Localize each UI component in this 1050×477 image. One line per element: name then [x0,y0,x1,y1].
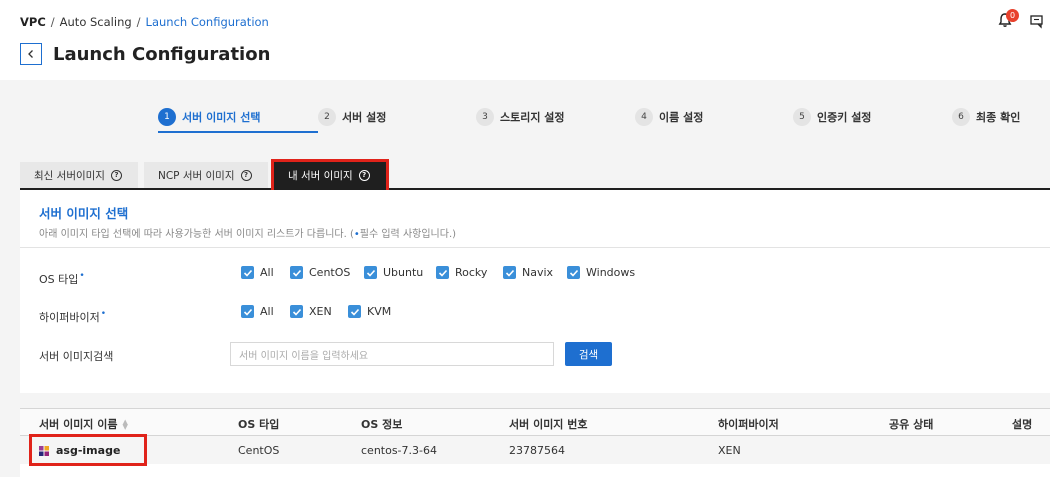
checkbox-os-ubuntu[interactable]: Ubuntu [364,266,423,279]
checkbox-icon [436,266,449,279]
checkbox-label: All [260,305,274,318]
panel-title: 서버 이미지 선택 [39,206,129,221]
row-os-info: centos-7.3-64 [361,444,437,457]
step-number: 6 [952,108,970,126]
chevron-left-icon [28,50,33,58]
checkbox-label: All [260,266,274,279]
sort-icon[interactable]: ▲ ▼ [123,419,128,431]
checkbox-label: KVM [367,305,392,318]
image-selection-panel: 서버 이미지 선택 아래 이미지 타입 선택에 따라 사용가능한 서버 이미지 … [20,190,1050,393]
breadcrumb: VPC / Auto Scaling / Launch Configuration [20,15,269,29]
checkbox-icon [567,266,580,279]
row-os-type: CentOS [238,444,280,457]
os-type-label: OS 타입• [39,271,85,287]
step-label: 서버 이미지 선택 [182,111,261,124]
table-row[interactable]: asg-image CentOS centos-7.3-64 23787564 … [20,436,1050,464]
help-icon[interactable]: ? [240,169,252,181]
step-label: 서버 설정 [342,111,387,124]
checkbox-label: Navix [522,266,554,279]
column-header-name[interactable]: 서버 이미지 이름 ▲ ▼ [39,416,128,432]
tab-label: NCP 서버 이미지 [158,169,235,182]
image-table: 서버 이미지 이름 ▲ ▼ OS 타입 OS 정보 서버 이미지 번호 하이퍼바이저… [20,408,1050,477]
step-label: 최종 확인 [976,111,1021,124]
step-server-image[interactable]: 1 서버 이미지 선택 [158,100,261,134]
required-mark: • [79,271,85,281]
checkbox-icon [241,305,254,318]
page-title: Launch Configuration [53,44,271,65]
checkbox-label: Windows [586,266,636,279]
step-final-review[interactable]: 6 최종 확인 [952,100,1020,134]
label-text: OS 타입 [39,273,79,286]
row-image-no: 23787564 [509,444,565,457]
chat-icon[interactable] [1029,13,1045,29]
checkbox-label: Rocky [455,266,488,279]
step-server-settings[interactable]: 2 서버 설정 [318,100,386,134]
top-bar: VPC / Auto Scaling / Launch Configuration La… [0,0,1050,80]
help-icon[interactable]: ? [110,169,122,181]
step-number: 2 [318,108,336,126]
step-label: 스토리지 설정 [500,111,565,124]
search-button[interactable]: 검색 [565,342,612,366]
required-mark: • [100,309,107,319]
checkbox-os-all[interactable]: All [241,266,274,279]
checkbox-icon [290,266,303,279]
highlight-box-tab [271,159,389,193]
step-auth-key-settings[interactable]: 5 인증키 설정 [793,100,871,134]
active-step-underline [158,131,318,133]
highlight-box-row [29,434,147,466]
checkbox-icon [290,305,303,318]
checkbox-hv-all[interactable]: All [241,305,274,318]
checkbox-label: Ubuntu [383,266,424,279]
breadcrumb-auto-scaling[interactable]: Auto Scaling [60,15,132,29]
step-label: 인증키 설정 [817,111,872,124]
table-header: 서버 이미지 이름 ▲ ▼ OS 타입 OS 정보 서버 이미지 번호 하이퍼바이저… [20,408,1050,436]
checkbox-label: CentOS [309,266,351,279]
column-header-description: 설명 [1012,418,1033,431]
column-header-os-info: OS 정보 [361,418,403,431]
column-title: 서버 이미지 이름 [39,418,118,431]
checkbox-hv-xen[interactable]: XEN [290,305,332,318]
desc-text: 필수 입력 사항입니다.) [359,229,457,240]
checkbox-os-centos[interactable]: CentOS [290,266,350,279]
breadcrumb-vpc[interactable]: VPC [20,15,46,29]
search-input[interactable]: 서버 이미지 이름을 입력하세요 [230,342,554,366]
step-label: 이름 설정 [659,111,704,124]
column-header-image-no: 서버 이미지 번호 [509,418,588,431]
column-header-os-type: OS 타입 [238,418,280,431]
checkbox-label: XEN [309,305,332,318]
step-number: 1 [158,108,176,126]
checkbox-icon [364,266,377,279]
tab-label: 최신 서버이미지 [34,169,105,182]
hypervisor-label: 하이퍼바이저• [39,309,106,325]
checkbox-icon [503,266,516,279]
step-number: 5 [793,108,811,126]
checkbox-hv-kvm[interactable]: KVM [348,305,391,318]
checkbox-icon [348,305,361,318]
panel-description: 아래 이미지 타입 선택에 따라 사용가능한 서버 이미지 리스트가 다릅니다.… [39,225,456,240]
column-header-hypervisor: 하이퍼바이저 [718,418,779,431]
step-number: 4 [635,108,653,126]
search-label: 서버 이미지검색 [39,350,114,363]
divider [20,247,1050,248]
notification-badge: 0 [1006,9,1019,22]
desc-text: 아래 이미지 타입 선택에 따라 사용가능한 서버 이미지 리스트가 다릅니다.… [39,229,354,240]
tab-ncp-server-image[interactable]: NCP 서버 이미지? [144,162,268,188]
checkbox-icon [241,266,254,279]
step-storage-settings[interactable]: 3 스토리지 설정 [476,100,565,134]
label-text: 하이퍼바이저 [39,311,100,324]
checkbox-os-windows[interactable]: Windows [567,266,635,279]
checkbox-os-navix[interactable]: Navix [503,266,553,279]
tab-latest-server-image[interactable]: 최신 서버이미지? [20,162,138,188]
back-button[interactable] [20,43,42,65]
checkbox-os-rocky[interactable]: Rocky [436,266,487,279]
step-name-settings[interactable]: 4 이름 설정 [635,100,703,134]
step-number: 3 [476,108,494,126]
column-header-share-status: 공유 상태 [889,418,934,431]
breadcrumb-launch-configuration[interactable]: Launch Configuration [146,15,269,29]
row-hypervisor: XEN [718,444,741,457]
